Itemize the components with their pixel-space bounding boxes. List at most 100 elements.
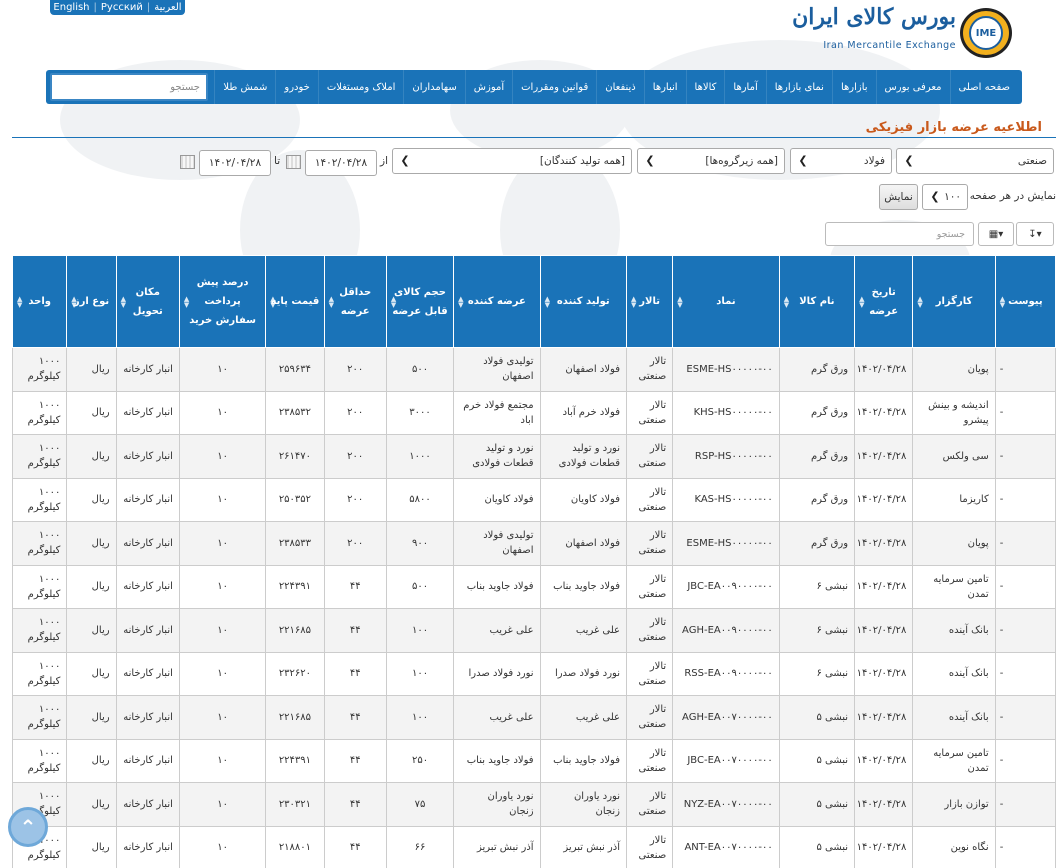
table-cell[interactable]: -	[994, 564, 1056, 609]
table-row[interactable]: - اندیشه و بینش پیشرو ۱۴۰۲/۰۴/۲۸ ورق گرم KHS…	[11, 390, 1056, 435]
sort-icon[interactable]: ▲ ▼	[859, 295, 864, 308]
table-cell: ۱۰	[178, 608, 267, 653]
sort-icon[interactable]: ▲ ▼	[17, 295, 22, 308]
table-row[interactable]: - سی ولکس ۱۴۰۲/۰۴/۲۸ ورق گرم RSP-HS۰۰۰۰۰-۰۰ ت…	[11, 434, 1056, 479]
subgroup-select[interactable]: [همه زیرگروه‌ها] ❯	[637, 148, 785, 174]
column-header[interactable]: عرضه کننده ▲ ▼	[453, 255, 541, 348]
column-header[interactable]: کارگزار ▲ ▼	[912, 255, 996, 348]
column-header[interactable]: تاریخ عرضه ▲ ▼	[854, 255, 914, 348]
table-cell: پویان	[912, 521, 996, 566]
market-select[interactable]: صنعتی ❯	[896, 148, 1054, 174]
language-bar: English | Pyccкий | العربية	[50, 0, 185, 15]
column-header[interactable]: قیمت پایه ▲ ▼	[265, 255, 325, 348]
per-page-select[interactable]: ۱۰۰ ❯	[922, 184, 968, 210]
table-cell: نورد و تولید قطعات فولادی	[453, 434, 541, 479]
calendar-icon[interactable]	[286, 155, 301, 169]
table-cell: انبار کارخانه	[115, 390, 180, 435]
table-cell: RSS-EA۰۰۹۰۰۰۰-۰۰	[672, 651, 780, 696]
table-cell[interactable]: -	[994, 651, 1056, 696]
nav-item[interactable]: املاک ومستغلات	[317, 70, 404, 104]
lang-english[interactable]: English	[53, 2, 89, 13]
table-row[interactable]: - نگاه نوین ۱۴۰۲/۰۴/۲۸ نبشی ۵ ANT-EA۰۰۷۰۰۰۰-…	[11, 825, 1056, 868]
nav-item[interactable]: آمارها	[724, 70, 765, 104]
nav-item[interactable]: ذینفعان	[596, 70, 644, 104]
table-cell[interactable]: -	[994, 521, 1056, 566]
sort-icon[interactable]: ▲ ▼	[71, 295, 76, 308]
columns-button[interactable]: ▦▾	[978, 222, 1014, 246]
table-row[interactable]: - پویان ۱۴۰۲/۰۴/۲۸ ورق گرم ESME-HS۰۰۰۰۰-۰۰ تا…	[11, 347, 1056, 392]
table-cell[interactable]: -	[994, 738, 1056, 783]
table-row[interactable]: - تامین سرمایه تمدن ۱۴۰۲/۰۴/۲۸ نبشی ۵ JBC-EA…	[11, 738, 1056, 783]
sort-icon[interactable]: ▲ ▼	[545, 295, 550, 308]
table-row[interactable]: - بانک آینده ۱۴۰۲/۰۴/۲۸ نبشی ۵ AGH-EA۰۰۷۰۰۰۰…	[11, 695, 1056, 740]
table-cell: ۱۰	[178, 390, 267, 435]
nav-item[interactable]: آموزش	[464, 70, 512, 104]
table-cell[interactable]: -	[994, 825, 1056, 868]
column-header[interactable]: نام کالا ▲ ▼	[778, 255, 856, 348]
table-cell: ۱۴۰۲/۰۴/۲۸	[854, 390, 914, 435]
table-row[interactable]: - بانک آینده ۱۴۰۲/۰۴/۲۸ نبشی ۶ AGH-EA۰۰۹۰۰۰۰…	[11, 608, 1056, 653]
table-cell: توازن بازار	[912, 782, 996, 827]
lang-arabic[interactable]: العربية	[154, 2, 181, 13]
lang-russian[interactable]: Pyccкий	[101, 2, 143, 13]
sort-icon[interactable]: ▲ ▼	[329, 295, 334, 308]
column-header[interactable]: تالار ▲ ▼	[625, 255, 674, 348]
table-cell[interactable]: -	[994, 782, 1056, 827]
sort-icon[interactable]: ▲ ▼	[917, 295, 922, 308]
table-row[interactable]: - توازن بازار ۱۴۰۲/۰۴/۲۸ نبشی ۵ NYZ-EA۰۰۷۰۰۰…	[11, 782, 1056, 827]
column-header[interactable]: حجم کالای قابل عرضه ▲ ▼	[385, 255, 455, 348]
calendar-icon[interactable]	[180, 155, 195, 169]
nav-item[interactable]: بازارها	[831, 70, 876, 104]
sort-icon[interactable]: ▲ ▼	[677, 295, 682, 308]
nav-item[interactable]: سهامداران	[403, 70, 464, 104]
sort-icon[interactable]: ▲ ▼	[458, 295, 463, 308]
table-cell[interactable]: -	[994, 695, 1056, 740]
sort-icon[interactable]: ▲ ▼	[270, 295, 275, 308]
sort-icon[interactable]: ▲ ▼	[184, 295, 189, 308]
column-header[interactable]: نماد ▲ ▼	[672, 255, 780, 348]
nav-item[interactable]: خودرو	[275, 70, 317, 104]
producer-select[interactable]: [همه تولید کنندگان] ❯	[392, 148, 632, 174]
nav-search-input[interactable]: جستجو	[50, 73, 208, 101]
table-row[interactable]: - تامین سرمایه تمدن ۱۴۰۲/۰۴/۲۸ نبشی ۶ JBC-EA…	[11, 564, 1056, 609]
table-cell[interactable]: -	[994, 390, 1056, 435]
column-header[interactable]: درصد پیش پرداخت سفارش خرید ▲ ▼	[178, 255, 267, 348]
scroll-top-button[interactable]: ⌃	[8, 807, 48, 847]
show-button[interactable]: نمایش	[879, 184, 918, 210]
sort-icon[interactable]: ▲ ▼	[391, 295, 396, 308]
group-select[interactable]: فولاد ❯	[790, 148, 892, 174]
to-date-input[interactable]: ۱۴۰۲/۰۴/۲۸	[199, 150, 271, 176]
column-header[interactable]: حداقل عرضه ▲ ▼	[323, 255, 387, 348]
table-row[interactable]: - کاریزما ۱۴۰۲/۰۴/۲۸ ورق گرم KAS-HS۰۰۰۰۰-۰۰ ت…	[11, 477, 1056, 522]
sort-icon[interactable]: ▲ ▼	[121, 295, 126, 308]
site-logo[interactable]: IME بورس کالای ایران Iran Mercantile Exc…	[792, 4, 1012, 58]
table-cell: ۲۳۸۵۳۳	[265, 521, 325, 566]
export-button[interactable]: ↧▾	[1016, 222, 1054, 246]
table-cell: ۴۴	[323, 695, 387, 740]
column-header[interactable]: مکان تحویل ▲ ▼	[115, 255, 180, 348]
nav-item[interactable]: معرفی بورس	[875, 70, 950, 104]
table-cell: نبشی ۶	[778, 651, 856, 696]
sort-icon[interactable]: ▲ ▼	[1000, 295, 1005, 308]
table-row[interactable]: - بانک آینده ۱۴۰۲/۰۴/۲۸ نبشی ۶ RSS-EA۰۰۹۰۰۰۰…	[11, 651, 1056, 696]
column-header[interactable]: تولید کننده ▲ ▼	[539, 255, 627, 348]
sort-icon[interactable]: ▲ ▼	[784, 295, 789, 308]
nav-item[interactable]: صفحه اصلی	[949, 70, 1018, 104]
sort-icon[interactable]: ▲ ▼	[631, 295, 636, 308]
column-header[interactable]: واحد ▲ ▼	[11, 255, 68, 348]
nav-item[interactable]: قوانین ومقررات	[512, 70, 596, 104]
table-search-input[interactable]: جستجو	[825, 222, 974, 246]
nav-item[interactable]: انبارها	[643, 70, 686, 104]
table-row[interactable]: - پویان ۱۴۰۲/۰۴/۲۸ ورق گرم ESME-HS۰۰۰۰۰-۰۰ تا…	[11, 521, 1056, 566]
column-header[interactable]: نوع ارز ▲ ▼	[66, 255, 117, 348]
nav-item[interactable]: نمای بازارها	[765, 70, 832, 104]
nav-item[interactable]: شمش طلا	[214, 70, 275, 104]
table-cell[interactable]: -	[994, 434, 1056, 479]
table-cell: کاریزما	[912, 477, 996, 522]
table-cell[interactable]: -	[994, 347, 1056, 392]
column-header[interactable]: پیوست ▲ ▼	[994, 255, 1056, 348]
nav-item[interactable]: کالاها	[685, 70, 725, 104]
table-cell[interactable]: -	[994, 608, 1056, 653]
from-date-input[interactable]: ۱۴۰۲/۰۴/۲۸	[305, 150, 377, 176]
table-cell[interactable]: -	[994, 477, 1056, 522]
